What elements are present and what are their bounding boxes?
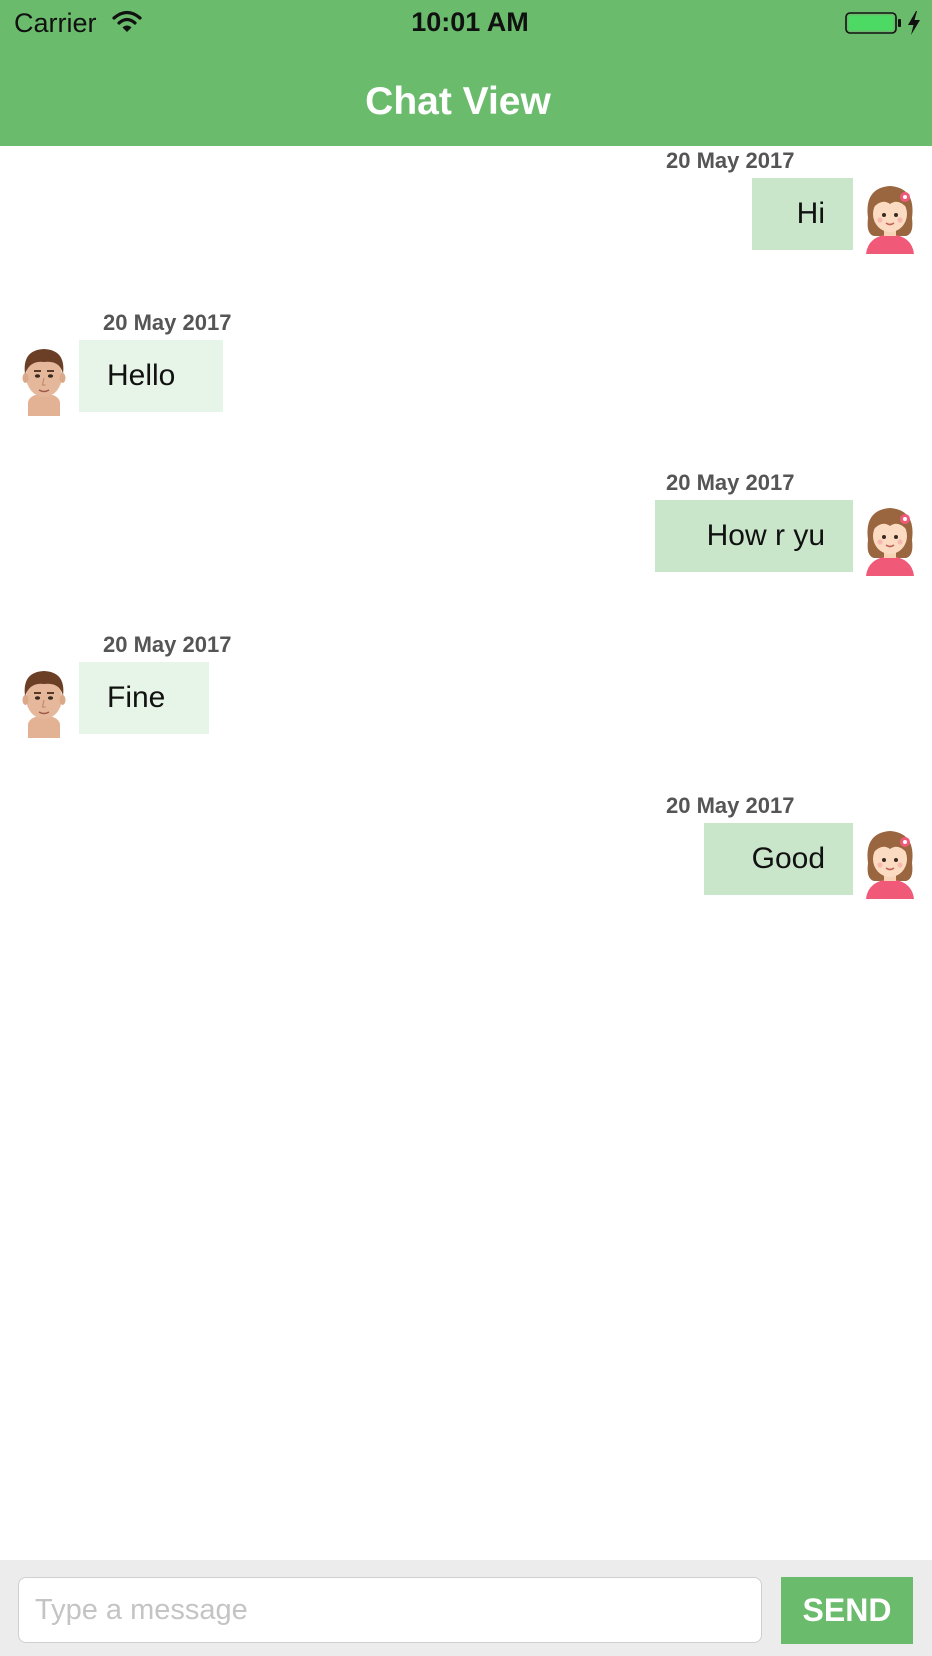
- message-date: 20 May 2017: [666, 793, 795, 818]
- send-button[interactable]: SEND: [781, 1577, 913, 1644]
- message-bubble[interactable]: Hello: [79, 340, 223, 412]
- message-bubble[interactable]: Hi: [752, 178, 853, 250]
- message-row: 20 May 2017 Hi: [0, 148, 932, 258]
- girl-avatar-icon: [866, 831, 914, 899]
- message-input[interactable]: [18, 1577, 762, 1643]
- girl-avatar-icon: [866, 186, 914, 254]
- message-date: 20 May 2017: [666, 148, 795, 173]
- girl-avatar-icon: [866, 508, 914, 576]
- boy-avatar-icon: [22, 671, 66, 738]
- message-date: 20 May 2017: [103, 632, 232, 657]
- clock: 10:01 AM: [411, 7, 529, 37]
- boy-avatar-icon: [22, 349, 66, 416]
- message-row: 20 May 2017 Fine: [0, 632, 932, 742]
- message-row: 20 May 2017 Good: [0, 793, 932, 903]
- message-composer: SEND: [0, 1560, 932, 1656]
- status-bar: Carrier 10:01 AM: [0, 0, 932, 46]
- charging-bolt-icon: [908, 11, 920, 35]
- header: Carrier 10:01 AM Chat View: [0, 0, 932, 146]
- message-row: 20 May 2017 How r yu: [0, 470, 932, 580]
- battery-icon: [845, 12, 901, 34]
- message-date: 20 May 2017: [666, 470, 795, 495]
- page-title: Chat View: [365, 80, 551, 123]
- message-bubble[interactable]: How r yu: [655, 500, 853, 572]
- message-bubble[interactable]: Good: [704, 823, 853, 895]
- chat-screen: Carrier 10:01 AM Chat View 20 May 2017 H…: [0, 0, 932, 1656]
- message-date: 20 May 2017: [103, 310, 232, 335]
- message-bubble[interactable]: Fine: [79, 662, 209, 734]
- message-row: 20 May 2017 Hello: [0, 310, 932, 420]
